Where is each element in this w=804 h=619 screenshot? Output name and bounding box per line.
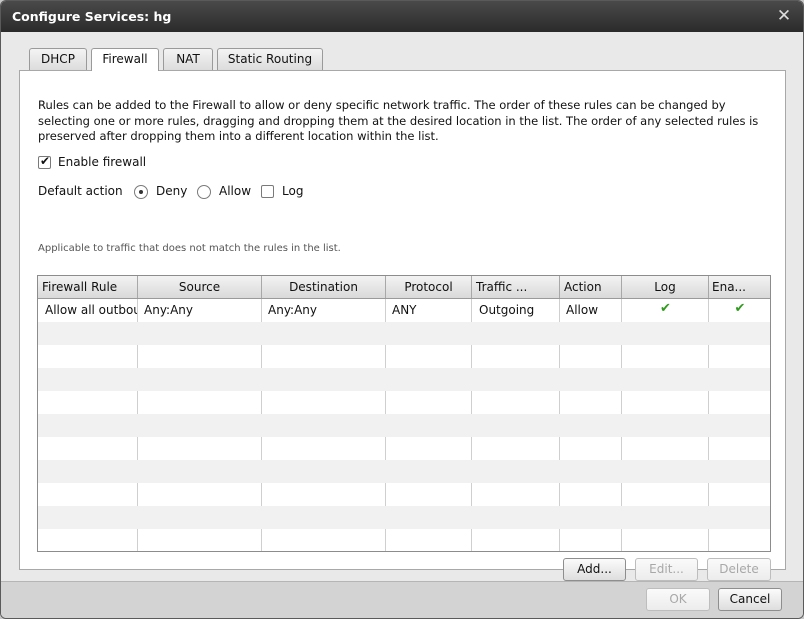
cell-source: Any:Any bbox=[144, 303, 194, 317]
log-checkbox[interactable] bbox=[261, 185, 274, 198]
allow-label: Allow bbox=[219, 184, 252, 198]
log-label: Log bbox=[282, 184, 304, 198]
tab-dhcp[interactable]: DHCP bbox=[29, 48, 87, 70]
dialog-content: DHCP Firewall NAT Static Routing Rules c… bbox=[1, 32, 803, 581]
cell-firewall-rule: Allow all outbou bbox=[45, 303, 137, 317]
empty-row bbox=[38, 437, 770, 460]
configure-services-dialog: Configure Services: hg ✕ DHCP Firewall N… bbox=[0, 0, 804, 619]
enable-firewall-label: Enable firewall bbox=[58, 155, 147, 169]
column-header-destination[interactable]: Destination bbox=[262, 276, 386, 298]
cell-destination: Any:Any bbox=[268, 303, 318, 317]
grid-header: Firewall Rule Source Destination Protoco… bbox=[38, 276, 770, 299]
empty-row bbox=[38, 322, 770, 345]
allow-radio[interactable] bbox=[197, 185, 211, 199]
tab-nat[interactable]: NAT bbox=[163, 48, 213, 70]
column-header-enabled[interactable]: Ena... bbox=[709, 276, 770, 298]
close-icon[interactable]: ✕ bbox=[775, 5, 793, 27]
firewall-description: Rules can be added to the Firewall to al… bbox=[38, 98, 759, 143]
add-rule-button[interactable]: Add... bbox=[563, 558, 626, 581]
empty-row bbox=[38, 345, 770, 368]
dialog-footer: OK Cancel bbox=[1, 581, 803, 618]
cell-action: Allow bbox=[566, 303, 599, 317]
empty-row bbox=[38, 414, 770, 437]
cell-traffic: Outgoing bbox=[479, 303, 535, 317]
window-title: Configure Services: hg bbox=[12, 9, 172, 24]
column-header-protocol[interactable]: Protocol bbox=[386, 276, 472, 298]
firewall-rules-grid[interactable]: Firewall Rule Source Destination Protoco… bbox=[37, 275, 771, 552]
deny-radio[interactable] bbox=[134, 185, 148, 199]
deny-label: Deny bbox=[156, 184, 188, 198]
radio-selected-dot bbox=[139, 190, 143, 194]
delete-rule-button[interactable]: Delete bbox=[707, 558, 771, 581]
column-header-log[interactable]: Log bbox=[622, 276, 709, 298]
enable-firewall-checkbox[interactable]: ✔ bbox=[38, 154, 51, 169]
column-header-source[interactable]: Source bbox=[138, 276, 262, 298]
tab-firewall[interactable]: Firewall bbox=[91, 48, 159, 71]
enabled-checkmark-icon: ✔ bbox=[734, 301, 746, 316]
empty-row bbox=[38, 483, 770, 506]
cell-protocol: ANY bbox=[392, 303, 417, 317]
empty-row bbox=[38, 368, 770, 391]
empty-row bbox=[38, 460, 770, 483]
table-row[interactable]: Allow all outbou Any:Any Any:Any ANY Out… bbox=[38, 299, 770, 322]
empty-row bbox=[38, 529, 770, 551]
firewall-panel: Rules can be added to the Firewall to al… bbox=[19, 70, 786, 581]
column-header-action[interactable]: Action bbox=[560, 276, 622, 298]
checkmark-icon: ✔ bbox=[40, 154, 51, 168]
title-bar[interactable]: Configure Services: hg ✕ bbox=[1, 1, 803, 32]
ok-button[interactable]: OK bbox=[646, 588, 710, 611]
tab-static-routing[interactable]: Static Routing bbox=[217, 48, 323, 70]
empty-row bbox=[38, 391, 770, 414]
cancel-button[interactable]: Cancel bbox=[718, 588, 782, 611]
column-header-firewall-rule[interactable]: Firewall Rule bbox=[38, 276, 138, 298]
default-action-hint: Applicable to traffic that does not matc… bbox=[38, 243, 341, 254]
log-checkmark-icon: ✔ bbox=[660, 301, 671, 316]
empty-row bbox=[38, 506, 770, 529]
column-header-traffic[interactable]: Traffic ... bbox=[472, 276, 560, 298]
default-action-label: Default action bbox=[38, 184, 123, 198]
edit-rule-button[interactable]: Edit... bbox=[635, 558, 698, 581]
